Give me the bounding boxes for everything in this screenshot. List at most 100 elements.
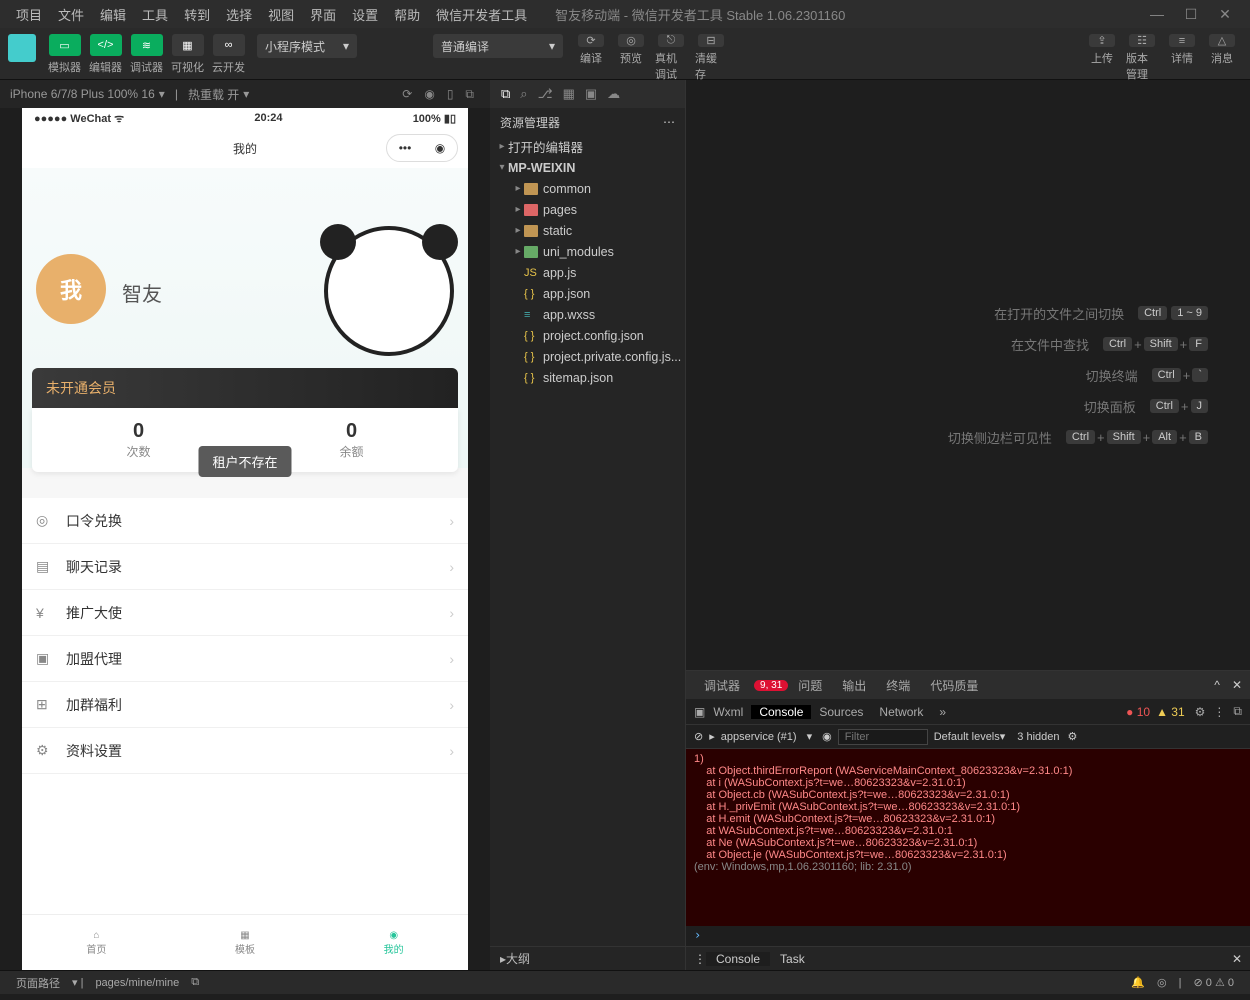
bug-icon[interactable]: ☁ [607,86,620,102]
levels-select[interactable]: Default levels [934,731,1000,743]
dt-tab-terminal[interactable]: 终端 [876,677,920,694]
search-icon[interactable]: ⌕ [520,86,527,102]
tree-folder[interactable]: ▸static [490,220,685,241]
visualize-button[interactable]: ▦可视化 [171,34,204,75]
tree-file[interactable]: ≡app.wxss [490,304,685,325]
list-item[interactable]: ⚙资料设置› [22,728,468,774]
dt-sub-wxml[interactable]: Wxml [705,705,751,719]
list-item[interactable]: ▤聊天记录› [22,544,468,590]
list-item[interactable]: ⊞加群福利› [22,682,468,728]
route-path[interactable]: pages/mine/mine [95,977,179,989]
more-icon[interactable]: ••• [399,141,412,155]
device-icon[interactable]: ▯ [447,87,454,101]
tree-file[interactable]: JSapp.js [490,262,685,283]
console-prompt[interactable]: › [686,926,1250,946]
close-icon[interactable]: ✕ [1232,952,1242,966]
menu-item[interactable]: 帮助 [386,5,428,24]
menu-item[interactable]: 设置 [344,5,386,24]
vip-banner[interactable]: 未开通会员 [32,368,458,408]
list-item[interactable]: ◎口令兑换› [22,498,468,544]
dt-tab-quality[interactable]: 代码质量 [920,677,988,694]
dt-sub-sources[interactable]: Sources [811,705,871,719]
settings-icon[interactable]: ⚙ [1195,705,1206,719]
git-icon[interactable]: ⎇ [538,86,553,102]
preview-button[interactable]: ◎预览 [615,34,647,66]
tree-folder[interactable]: ▸uni_modules [490,241,685,262]
mode-select[interactable]: 小程序模式▾ [257,34,357,58]
cloud-dev-button[interactable]: ∞云开发 [212,34,245,75]
outline-section[interactable]: ▸ 大纲 [490,946,685,970]
route-label[interactable]: 页面路径 [16,975,60,991]
drawer-task[interactable]: Task [770,952,815,966]
tree-file[interactable]: { }project.config.json [490,325,685,346]
copy-icon[interactable]: ⧉ [191,976,199,989]
tab-home[interactable]: ⌂首页 [22,915,171,970]
drawer-console[interactable]: Console [706,952,770,966]
debugger-button[interactable]: ≋调试器 [130,34,163,75]
refresh-icon[interactable]: ⟳ [402,87,412,101]
db-icon[interactable]: ▣ [585,86,597,102]
dt-sub-console[interactable]: Console [751,705,811,719]
compile-button[interactable]: ⟳编译 [575,34,607,66]
context-select[interactable]: appservice (#1) [721,731,797,743]
tree-folder[interactable]: ▸pages [490,199,685,220]
tab-mine[interactable]: ◉我的 [319,915,468,970]
menu-item[interactable]: 工具 [134,5,176,24]
chevron-up-icon[interactable]: ^ [1214,678,1220,692]
drawer-icon[interactable]: ⋮ [694,952,706,966]
clear-icon[interactable]: ⊘ [694,730,703,743]
popout-icon[interactable]: ⧉ [465,87,474,102]
menu-item[interactable]: 编辑 [92,5,134,24]
error-count[interactable]: ● 10 [1126,705,1150,719]
list-item[interactable]: ¥推广大使› [22,590,468,636]
record-icon[interactable]: ◉ [424,87,434,101]
menu-item[interactable]: 选择 [218,5,260,24]
menu-item[interactable]: 文件 [50,5,92,24]
tree-file[interactable]: { }sitemap.json [490,367,685,388]
target-icon[interactable]: ◉ [435,141,445,155]
user-avatar-icon[interactable] [8,34,36,62]
menu-item[interactable]: 视图 [260,5,302,24]
dt-tab-output[interactable]: 输出 [832,677,876,694]
profile-avatar[interactable]: 我 [36,254,106,324]
console-output[interactable]: 1) at Object.thirdErrorReport (WAService… [686,749,1250,926]
eye-icon[interactable]: ◉ [822,730,832,743]
tab-template[interactable]: ▦模板 [171,915,320,970]
more-tabs-icon[interactable]: » [931,705,954,719]
bell-icon[interactable]: 🔔 [1131,976,1145,989]
ext-icon[interactable]: ▦ [563,86,575,102]
version-button[interactable]: ☷版本管理 [1126,34,1158,66]
list-item[interactable]: ▣加盟代理› [22,636,468,682]
filter-input[interactable] [838,729,928,745]
detail-button[interactable]: ≡详情 [1166,34,1198,66]
files-icon[interactable]: ⧉ [501,86,510,102]
more-icon[interactable]: ⋯ [663,115,675,129]
open-editors-section[interactable]: ▸打开的编辑器 [490,136,685,157]
hot-reload-label[interactable]: 热重载 开 [188,86,239,103]
tree-file[interactable]: { }project.private.config.js... [490,346,685,367]
error-status[interactable]: ⊘ 0 ⚠ 0 [1194,976,1234,989]
simulator-button[interactable]: ▭模拟器 [48,34,81,75]
message-button[interactable]: △消息 [1206,34,1238,66]
play-icon[interactable]: ▸ [709,730,715,743]
project-root[interactable]: ▾MP-WEIXIN [490,157,685,178]
clear-cache-button[interactable]: ⊟清缓存 [695,34,727,66]
menu-item[interactable]: 项目 [8,5,50,24]
dock-icon[interactable]: ⧉ [1233,704,1242,719]
remote-debug-button[interactable]: ⎋真机调试 [655,34,687,66]
tree-file[interactable]: { }app.json [490,283,685,304]
close-icon[interactable]: ✕ [1232,678,1242,692]
menu-item[interactable]: 转到 [176,5,218,24]
editor-button[interactable]: </>编辑器 [89,34,122,75]
compile-select[interactable]: 普通编译▾ [433,34,563,58]
minimize-icon[interactable]: — [1140,6,1174,22]
device-select[interactable]: iPhone 6/7/8 Plus 100% 16 [10,87,155,101]
warn-count[interactable]: ▲ 31 [1156,705,1185,719]
tree-folder[interactable]: ▸common [490,178,685,199]
gear-icon[interactable]: ⚙ [1068,730,1078,743]
inspect-icon[interactable]: ▣ [694,705,705,719]
capsule[interactable]: ••• ◉ [386,134,458,162]
target-icon[interactable]: ◎ [1157,976,1167,989]
dt-tab-debug[interactable]: 调试器 [694,677,750,694]
close-icon[interactable]: ✕ [1208,6,1242,23]
